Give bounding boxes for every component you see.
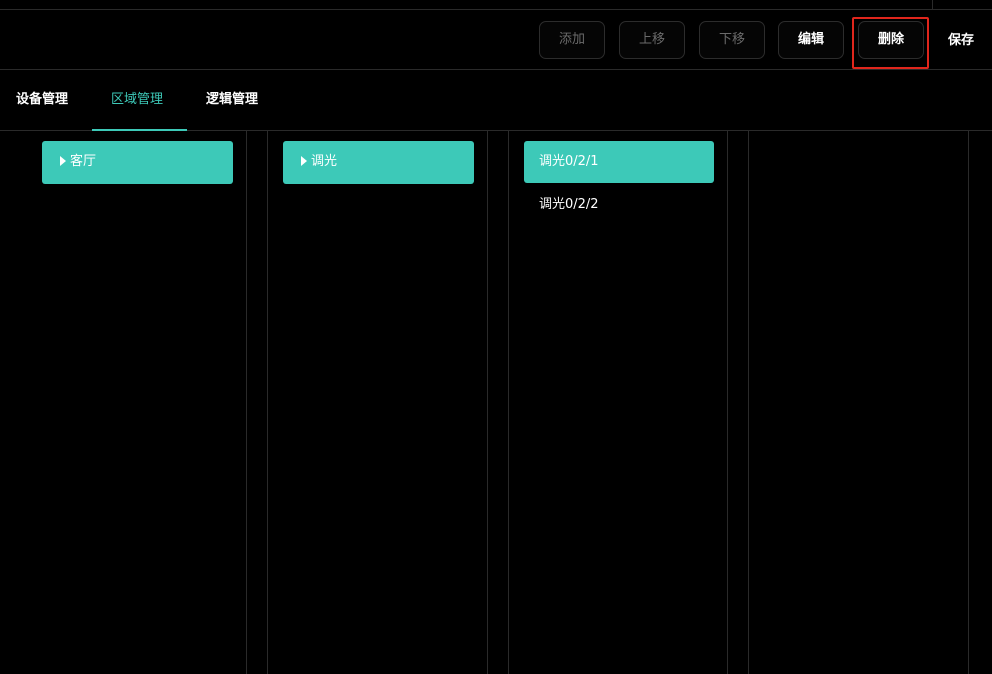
channel-item-label: 调光0/2/1: [539, 154, 599, 169]
area-node-label: 客厅: [70, 154, 97, 169]
move-up-button[interactable]: 上移: [619, 21, 685, 59]
group-node-dimming[interactable]: 调光: [283, 141, 474, 184]
tab-bar: 设备管理 区域管理 逻辑管理: [0, 70, 992, 131]
channel-item-label: 调光0/2/2: [539, 197, 599, 212]
top-strip-divider: [932, 0, 933, 9]
group-node-label: 调光: [311, 154, 338, 169]
column-divider: [748, 131, 749, 674]
tab-area-management[interactable]: 区域管理: [111, 90, 163, 110]
column-divider: [968, 131, 969, 674]
column-divider: [487, 131, 488, 674]
caret-right-icon[interactable]: [301, 156, 307, 166]
column-divider: [727, 131, 728, 674]
toolbar: 添加 上移 下移 编辑 删除 保存: [0, 10, 992, 70]
column-divider: [508, 131, 509, 674]
edit-button[interactable]: 编辑: [778, 21, 844, 59]
tab-logic-management[interactable]: 逻辑管理: [206, 90, 258, 110]
move-down-button[interactable]: 下移: [699, 21, 765, 59]
add-button[interactable]: 添加: [539, 21, 605, 59]
channel-item[interactable]: 调光0/2/1: [524, 141, 714, 183]
tab-device-management[interactable]: 设备管理: [16, 90, 68, 110]
column-divider: [246, 131, 247, 674]
area-node-living-room[interactable]: 客厅: [42, 141, 233, 184]
caret-right-icon[interactable]: [60, 156, 66, 166]
active-tab-indicator: [92, 129, 187, 131]
channel-item[interactable]: 调光0/2/2: [524, 184, 714, 226]
delete-button[interactable]: 删除: [858, 21, 924, 59]
top-strip: [0, 0, 992, 10]
save-button[interactable]: 保存: [938, 32, 984, 50]
column-divider: [267, 131, 268, 674]
